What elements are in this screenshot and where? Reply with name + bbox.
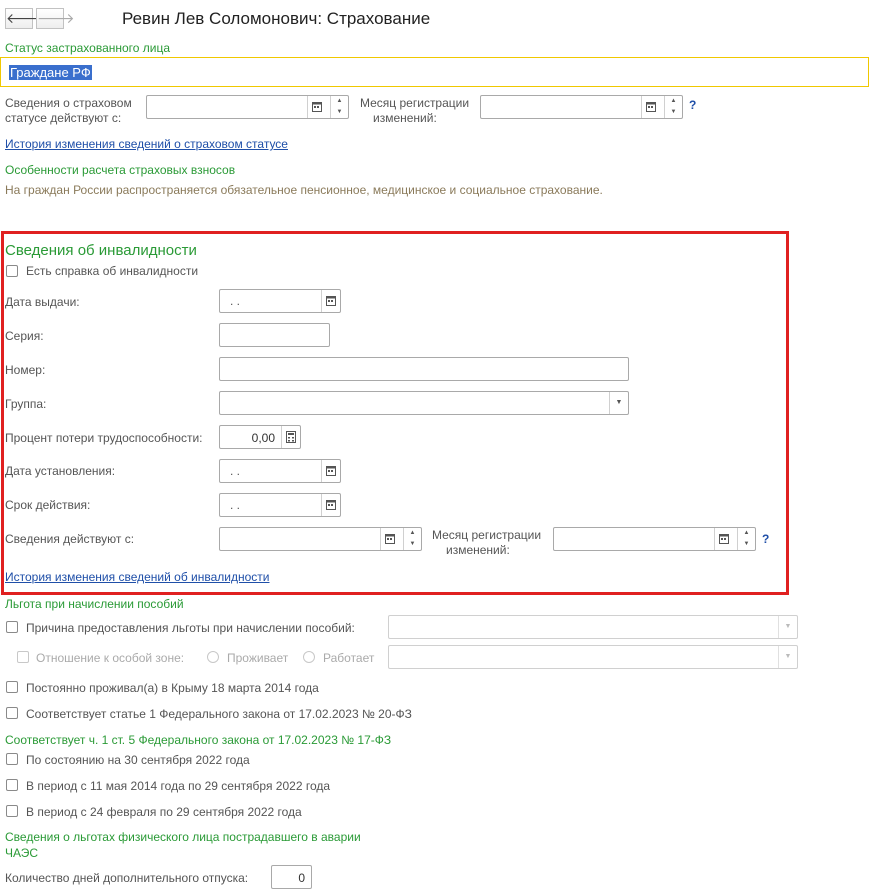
zone-work-radio[interactable] (303, 651, 315, 663)
insurance-month-label-2: изменений: (373, 111, 437, 125)
chevron-down-icon[interactable]: ▼ (778, 616, 797, 638)
benefits-heading: Льгота при начислении пособий (5, 597, 184, 611)
series-input[interactable] (219, 323, 330, 347)
zone-work-label: Работает (323, 651, 375, 665)
insurance-month-input[interactable]: ▲ ▼ (480, 95, 683, 119)
insurance-month-label-1: Месяц регистрации (360, 96, 470, 110)
number-label: Номер: (5, 363, 46, 377)
percent-label: Процент потери трудоспособности: (5, 431, 203, 445)
percent-input[interactable]: 0,00 (219, 425, 301, 449)
special-zone-label: Отношение к особой зоне: (36, 651, 185, 665)
spinner-icon[interactable]: ▲ ▼ (664, 96, 682, 118)
benefit-reason-label: Причина предоставления льготы при начисл… (26, 621, 355, 635)
calendar-icon[interactable] (321, 460, 340, 482)
series-label: Серия: (5, 329, 44, 343)
disability-effective-date-input[interactable]: ▲ ▼ (219, 527, 422, 551)
crimea-checkbox[interactable] (6, 681, 18, 693)
window-title: Ревин Лев Соломонович: Страхование (122, 9, 431, 28)
status-field[interactable]: Граждане РФ (0, 57, 869, 87)
law17-opt3-checkbox[interactable] (6, 805, 18, 817)
calendar-icon[interactable] (641, 96, 660, 118)
disability-month-label-2: изменений: (446, 543, 510, 557)
established-date-input[interactable]: . . (219, 459, 341, 483)
crimea-label: Постоянно проживал(а) в Крыму 18 марта 2… (26, 681, 319, 695)
law17-opt2-label: В период с 11 мая 2014 года по 29 сентяб… (26, 779, 331, 793)
issue-date-value: . . (230, 294, 241, 308)
disability-history-link[interactable]: История изменения сведений об инвалиднос… (5, 570, 270, 584)
law17-opt3-label: В период с 24 февраля по 29 сентября 202… (26, 805, 302, 819)
established-date-value: . . (230, 464, 241, 478)
forward-button[interactable]: 🡒 (36, 8, 75, 29)
extra-leave-days-value: 0 (298, 871, 305, 885)
insurance-effective-label-2: статусе действуют с: (5, 111, 122, 125)
calendar-icon[interactable] (714, 528, 733, 550)
zone-live-label: Проживает (227, 651, 289, 665)
extra-leave-days-label: Количество дней дополнительного отпуска: (5, 871, 249, 885)
insurance-effective-date-input[interactable]: ▲ ▼ (146, 95, 349, 119)
number-input[interactable] (219, 357, 629, 381)
back-button[interactable]: 🡐 (5, 8, 44, 29)
help-icon[interactable]: ? (689, 98, 696, 112)
group-select[interactable]: ▼ (219, 391, 629, 415)
status-value: Граждане РФ (9, 65, 92, 80)
help-icon[interactable]: ? (762, 532, 769, 546)
calendar-icon[interactable] (321, 290, 340, 312)
special-zone-select[interactable]: ▼ (388, 645, 798, 669)
has-certificate-label: Есть справка об инвалидности (26, 264, 199, 278)
calendar-icon[interactable] (380, 528, 399, 550)
spinner-icon[interactable]: ▲ ▼ (330, 96, 348, 118)
calendar-icon[interactable] (307, 96, 326, 118)
percent-value: 0,00 (251, 431, 275, 445)
law17-opt2-checkbox[interactable] (6, 779, 18, 791)
insurance-history-link[interactable]: История изменения сведений о страховом с… (5, 137, 288, 151)
chevron-down-icon[interactable]: ▼ (609, 392, 628, 414)
features-heading: Особенности расчета страховых взносов (5, 163, 236, 177)
group-label: Группа: (5, 397, 47, 411)
status-label: Статус застрахованного лица (5, 41, 171, 55)
chaes-heading-2: ЧАЭС (5, 846, 39, 860)
zone-live-radio[interactable] (207, 651, 219, 663)
special-zone-checkbox[interactable] (17, 651, 29, 663)
calendar-icon[interactable] (321, 494, 340, 516)
extra-leave-days-input[interactable]: 0 (271, 865, 312, 889)
law17-opt1-label: По состоянию на 30 сентября 2022 года (26, 753, 250, 767)
law20-checkbox[interactable] (6, 707, 18, 719)
insurance-effective-label-1: Сведения о страховом (5, 96, 132, 110)
law17-opt1-checkbox[interactable] (6, 753, 18, 765)
disability-month-label-1: Месяц регистрации (432, 528, 542, 542)
arrow-right-icon: 🡒 (37, 10, 75, 26)
disability-heading: Сведения об инвалидности (5, 242, 197, 259)
issue-date-label: Дата выдачи: (5, 295, 80, 309)
chevron-down-icon[interactable]: ▼ (778, 646, 797, 668)
validity-label: Срок действия: (5, 498, 91, 512)
validity-date-value: . . (230, 498, 241, 512)
benefit-reason-select[interactable]: ▼ (388, 615, 798, 639)
benefit-reason-checkbox[interactable] (6, 621, 18, 633)
features-text: На граждан России распространяется обяза… (5, 183, 603, 197)
disability-effective-label: Сведения действуют с: (5, 532, 135, 546)
issue-date-input[interactable]: . . (219, 289, 341, 313)
chaes-heading-1: Сведения о льготах физического лица пост… (5, 830, 361, 844)
validity-date-input[interactable]: . . (219, 493, 341, 517)
disability-month-input[interactable]: ▲ ▼ (553, 527, 756, 551)
calculator-icon[interactable] (281, 426, 300, 448)
established-date-label: Дата установления: (5, 464, 116, 478)
has-certificate-checkbox[interactable] (6, 265, 18, 277)
spinner-icon[interactable]: ▲ ▼ (403, 528, 421, 550)
spinner-icon[interactable]: ▲ ▼ (737, 528, 755, 550)
law17-heading: Соответствует ч. 1 ст. 5 Федерального за… (5, 733, 392, 747)
law20-label: Соответствует статье 1 Федерального зако… (26, 707, 412, 721)
